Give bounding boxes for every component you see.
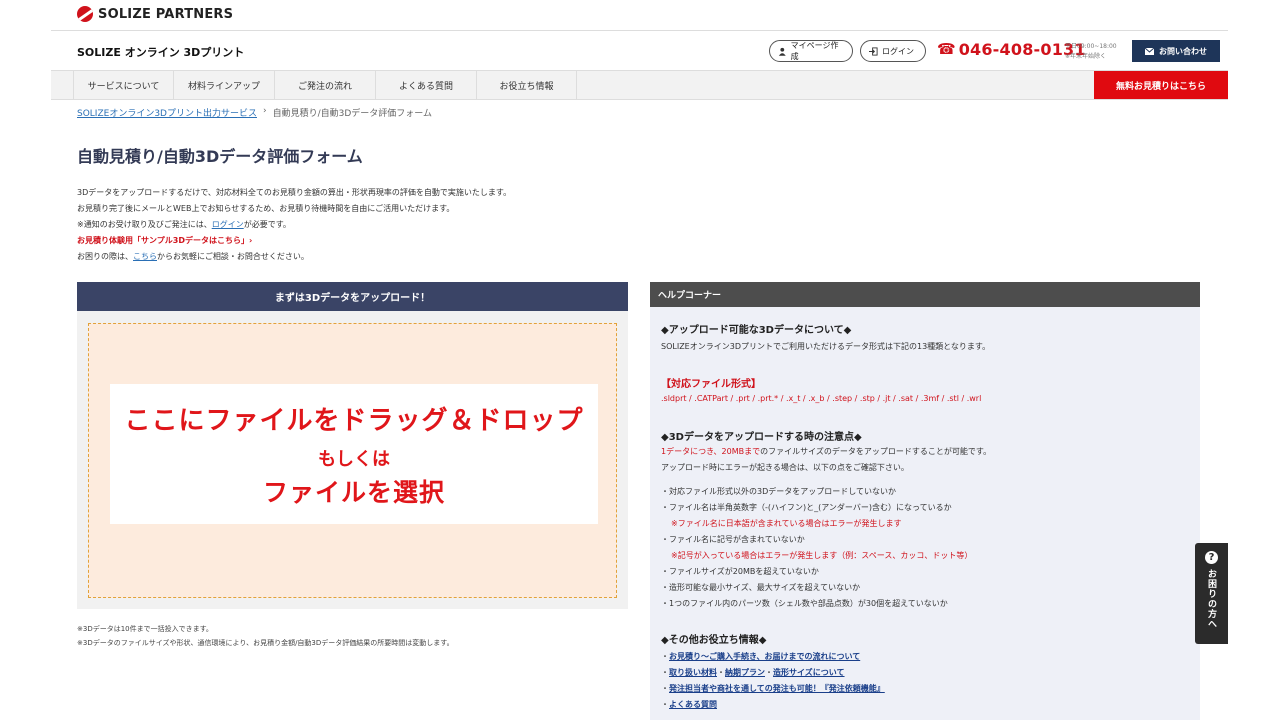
faq-link[interactable]: よくある質問 <box>669 700 717 709</box>
drag-drop-text: ここにファイルをドラッグ＆ドロップ <box>124 406 584 436</box>
useful-link-row: ・発注担当者や商社を通しての発注も可能！『発注依頼機能』 <box>661 684 885 693</box>
nav-item-useful-info[interactable]: お役立ち情報 <box>476 71 577 99</box>
user-icon <box>778 47 786 56</box>
flow-link[interactable]: お見積り〜ご購入手続き、お届けまでの流れについて <box>669 652 860 661</box>
breadcrumb-current: 自動見積り/自動3Dデータ評価フォーム <box>272 109 433 119</box>
contact-label: お問い合わせ <box>1159 46 1207 56</box>
help-text: アップロード時にエラーが起きる場合は、以下の点をご確認下さい。 <box>661 463 909 472</box>
intro-line: お困りの際は、こちらからお気軽にご相談・お問合せください。 <box>77 252 309 261</box>
check-item: ・ファイル名は半角英数字（-(ハイフン)と_(アンダーバー)含む）になっているか <box>661 503 952 512</box>
help-section-title: ◆3Dデータをアップロードする時の注意点◆ <box>661 432 862 443</box>
check-item: ・造形可能な最小サイズ、最大サイズを超えていないか <box>661 583 861 592</box>
intro-line: ※通知のお受け取り及びご発注には、ログインが必要です。 <box>77 220 291 229</box>
free-quote-button[interactable]: 無料お見積りはこちら <box>1094 71 1228 99</box>
check-item: ・対応ファイル形式以外の3Dデータをアップロードしていないか <box>661 487 897 496</box>
intro-text: 3Dデータをアップロードするだけで、対応材料全てのお見積り金額の算出・形状再現率… <box>77 185 511 265</box>
sample-data-link[interactable]: お見積り体験用「サンプル3Dデータはこちら」› <box>77 233 511 249</box>
help-text: SOLIZEオンライン3Dプリントでご利用いただけるデータ形式は下記の13種類と… <box>661 342 991 351</box>
help-contact-link[interactable]: こちら <box>133 252 157 261</box>
login-button[interactable]: ログイン <box>860 40 926 62</box>
select-file-button[interactable]: ファイルを選択 <box>110 473 598 509</box>
formats-title: 【対応ファイル形式】 <box>661 379 761 390</box>
order-request-link[interactable]: 発注担当者や商社を通しての発注も可能！『発注依頼機能』 <box>669 684 885 693</box>
check-item: ・1つのファイル内のパーツ数（シェル数や部品点数）が30個を超えていないか <box>661 599 948 608</box>
delivery-plan-link[interactable]: 納期プラン <box>725 668 765 677</box>
intro-line: お見積り完了後にメールとWEB上でお知らせするため、お見積り待機時間を自由にご活… <box>77 204 455 213</box>
materials-link[interactable]: 取り扱い材料 <box>669 668 717 677</box>
login-link[interactable]: ログイン <box>212 220 244 229</box>
nav-item-faq[interactable]: よくある質問 <box>375 71 476 99</box>
phone-icon: ☎ <box>937 40 956 58</box>
useful-link-row: ・取り扱い材料・納期プラン・造形サイズについて <box>661 668 845 677</box>
or-text: もしくは <box>318 449 390 470</box>
mypage-button[interactable]: マイページ作成 <box>769 40 853 62</box>
mypage-label: マイページ作成 <box>790 41 839 61</box>
site-title[interactable]: SOLIZE オンライン 3Dプリント <box>77 44 244 60</box>
help-text: 1データにつき、20MBまでのファイルサイズのデータをアップロードすることが可能… <box>661 447 992 456</box>
question-icon: ? <box>1205 551 1218 564</box>
chevron-right-icon: › <box>262 106 267 116</box>
check-item: ・ファイル名に記号が含まれていないか <box>661 535 805 544</box>
useful-link-row: ・お見積り〜ご購入手続き、お届けまでの流れについて <box>661 652 861 661</box>
formats-list: .sldprt / .CATPart / .prt / .prt.* / .x_… <box>661 394 982 403</box>
breadcrumb-home-link[interactable]: SOLIZEオンライン3Dプリント出力サービス <box>77 106 257 119</box>
nav-item-order-flow[interactable]: ご発注の流れ <box>274 71 375 99</box>
help-side-tab[interactable]: ? お困りの方へ <box>1195 543 1228 644</box>
breadcrumb: SOLIZEオンライン3Dプリント出力サービス › 自動見積り/自動3Dデータ評… <box>77 106 432 119</box>
useful-link-row: ・よくある質問 <box>661 700 717 709</box>
mail-icon <box>1145 47 1154 55</box>
contact-button[interactable]: お問い合わせ <box>1132 40 1220 62</box>
phone-number-link[interactable]: ☎ 046-408-0131 <box>937 40 1086 59</box>
check-warning: ※ファイル名に日本語が含まれている場合はエラーが発生します <box>671 519 902 528</box>
upload-panel-header: まずは3Dデータをアップロード！ <box>77 282 628 311</box>
help-section-title: ◆アップロード可能な3Dデータについて◆ <box>661 325 852 336</box>
login-label: ログイン <box>882 46 914 56</box>
page-title: 自動見積り/自動3Dデータ評価フォーム <box>77 147 363 166</box>
check-item: ・ファイルサイズが20MBを超えていないか <box>661 567 819 576</box>
divider <box>51 30 1228 31</box>
brand-name: SOLIZE PARTNERS <box>98 6 234 22</box>
upload-notes: ※3Dデータは10件まで一括投入できます。 ※3Dデータのファイルサイズや形状、… <box>77 625 454 647</box>
help-section-title: ◆その他お役立ち情報◆ <box>661 635 767 646</box>
side-tab-label: お困りの方へ <box>1206 569 1216 629</box>
help-corner-header: ヘルプコーナー <box>650 282 1200 307</box>
intro-line: 3Dデータをアップロードするだけで、対応材料全てのお見積り金額の算出・形状再現率… <box>77 188 512 197</box>
business-hours: 平日09:00~18:00 ※年末年始除く <box>1065 43 1117 60</box>
nav-item-materials[interactable]: 材料ラインアップ <box>173 71 274 99</box>
brand-logo-group[interactable]: SOLIZE PARTNERS <box>77 6 233 22</box>
solize-logo-icon <box>77 6 93 22</box>
login-icon <box>869 46 878 56</box>
nav-item-service[interactable]: サービスについて <box>73 71 173 99</box>
global-nav: サービスについて 材料ラインアップ ご発注の流れ よくある質問 お役立ち情報 <box>51 70 1228 100</box>
check-warning: ※記号が入っている場合はエラーが発生します（例：スペース、カッコ、ドット等） <box>671 551 973 560</box>
build-size-link[interactable]: 造形サイズについて <box>773 668 845 677</box>
